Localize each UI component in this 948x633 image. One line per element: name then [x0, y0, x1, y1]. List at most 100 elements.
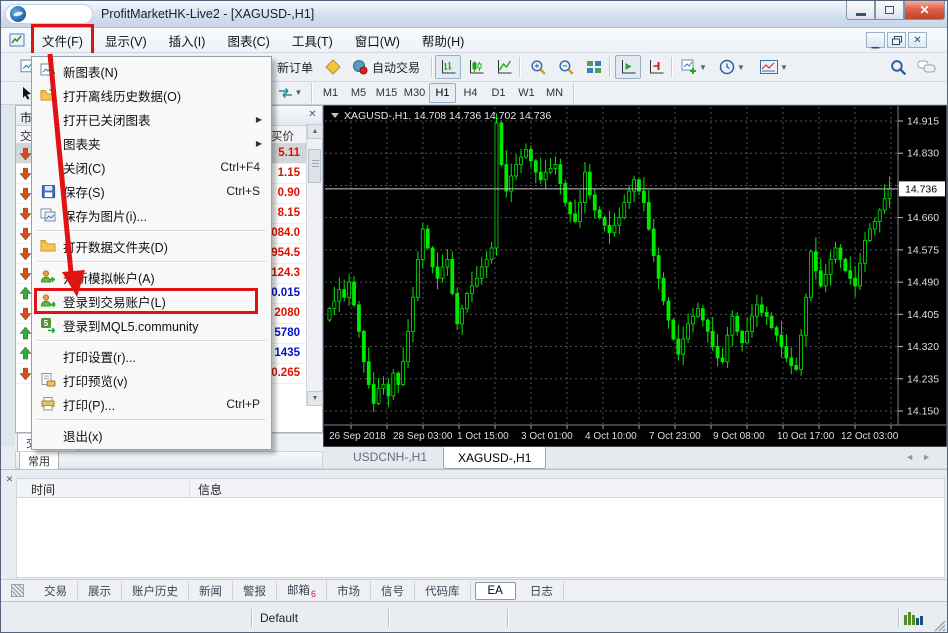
terminal-tab-账户历史[interactable]: 账户历史: [122, 581, 189, 601]
chart-tab-scroll-arrows[interactable]: ◄►: [905, 452, 939, 462]
menu-item-打开已关闭图表[interactable]: 打开已关闭图表▶: [33, 107, 270, 131]
timeframe-M1-button[interactable]: M1: [317, 83, 344, 103]
chat-icon: [917, 60, 936, 75]
scroll-down-icon[interactable]: ▼: [307, 391, 323, 406]
tile-windows-button[interactable]: [581, 55, 607, 79]
menu-item-登录到交易账户(L)[interactable]: 登录到交易账户(L): [33, 289, 270, 313]
child-restore-button[interactable]: [887, 32, 906, 48]
terminal-tab-邮箱[interactable]: 邮箱6: [277, 580, 327, 601]
terminal-tab-代码库[interactable]: 代码库: [415, 581, 471, 601]
menu-显示(V)[interactable]: 显示(V): [96, 28, 156, 53]
menu-item-label: 打开已关闭图表: [63, 110, 256, 129]
child-minimize-button[interactable]: ▁: [866, 32, 885, 48]
timeframe-H1-button[interactable]: H1: [429, 83, 456, 103]
menu-item-图表夹[interactable]: 图表夹▶: [33, 131, 270, 155]
svg-text:14.830: 14.830: [907, 148, 939, 160]
market-watch-scrollbar[interactable]: ▲ ▼: [306, 124, 322, 406]
menu-item-打印设置(r)...[interactable]: 打印设置(r)...: [33, 344, 270, 368]
terminal-close-icon[interactable]: ✕: [4, 474, 15, 485]
menu-item-打开数据文件夹(D)[interactable]: 打开数据文件夹(D): [33, 234, 270, 258]
svg-text:28 Sep 03:00: 28 Sep 03:00: [393, 431, 453, 442]
menu-item-打开离线历史数据(O)[interactable]: 打开离线历史数据(O): [33, 83, 270, 107]
window-close-button[interactable]: ✕: [904, 1, 945, 20]
mql5-icon: 5: [33, 317, 63, 333]
chart-shift-button[interactable]: [643, 55, 669, 79]
market-watch-close-icon[interactable]: ✕: [306, 109, 319, 122]
toolbar-separator: [573, 83, 574, 103]
menu-item-保存为图片(i)...[interactable]: 保存为图片(i)...: [33, 203, 270, 227]
timeframe-MN-button[interactable]: MN: [541, 83, 568, 103]
resize-grip[interactable]: [932, 618, 946, 632]
bar-chart-mode-button[interactable]: [435, 55, 461, 79]
menu-帮助(H)[interactable]: 帮助(H): [413, 28, 473, 53]
timeframe-W1-button[interactable]: W1: [513, 83, 540, 103]
chart-plus-icon: [33, 63, 63, 79]
search-button[interactable]: [885, 55, 911, 79]
timeframe-H4-button[interactable]: H4: [457, 83, 484, 103]
time-column-header[interactable]: 时间: [31, 481, 55, 498]
menu-item-打印预览(v)[interactable]: 打印预览(v): [33, 368, 270, 392]
timeframe-D1-button[interactable]: D1: [485, 83, 512, 103]
indicators-button[interactable]: ▼: [677, 55, 711, 79]
message-column-header[interactable]: 信息: [189, 481, 222, 498]
user-plus-icon: [33, 269, 63, 285]
submenu-arrow-icon: ▶: [256, 115, 270, 124]
new-order-button[interactable]: 新订单: [272, 55, 318, 79]
terminal-tab-警报[interactable]: 警报: [233, 581, 277, 601]
svg-text:1 Oct 15:00: 1 Oct 15:00: [457, 431, 509, 442]
timeframe-M15-button[interactable]: M15: [373, 83, 400, 103]
zoom-out-button[interactable]: [553, 55, 579, 79]
menu-文件(F)[interactable]: 文件(F): [33, 28, 92, 53]
scroll-up-icon[interactable]: ▲: [307, 124, 323, 139]
zoom-in-icon: [530, 59, 547, 76]
menu-窗口(W)[interactable]: 窗口(W): [346, 28, 409, 53]
app-window: ProfitMarketHK-Live2 - [XAGUSD-,H1] ✕ 文件…: [0, 0, 948, 633]
menu-item-新图表(N)[interactable]: 新图表(N): [33, 59, 270, 83]
menu-工具(T)[interactable]: 工具(T): [283, 28, 342, 53]
menu-item-退出(x)[interactable]: 退出(x): [33, 423, 270, 447]
svg-text:14.490: 14.490: [907, 277, 939, 289]
terminal-tab-日志[interactable]: 日志: [520, 581, 564, 601]
child-close-button[interactable]: ✕: [908, 32, 927, 48]
menu-item-label: 打印预览(v): [63, 371, 270, 390]
menu-item-label: 图表夹: [63, 134, 256, 153]
menu-item-打印(P)...[interactable]: 打印(P)...Ctrl+P: [33, 392, 270, 416]
autotrade-label: 自动交易: [372, 59, 420, 76]
autotrade-button[interactable]: 自动交易: [345, 55, 427, 79]
periods-button[interactable]: ▼: [715, 55, 749, 79]
symbols-button[interactable]: ▼: [273, 82, 307, 103]
terminal-tab-EA[interactable]: EA: [475, 582, 516, 600]
menu-item-保存(S)[interactable]: 保存(S)Ctrl+S: [33, 179, 270, 203]
window-minimize-button[interactable]: [846, 1, 875, 20]
menu-item-关闭(C)[interactable]: 关闭(C)Ctrl+F4: [33, 155, 270, 179]
timeframe-M30-button[interactable]: M30: [401, 83, 428, 103]
window-restore-button[interactable]: [875, 1, 904, 20]
price-chart[interactable]: 14.91514.83014.74514.66014.57514.49014.4…: [323, 105, 947, 447]
menu-item-登录到MQL5.community[interactable]: 5登录到MQL5.community: [33, 313, 270, 337]
chat-button[interactable]: [913, 55, 939, 79]
templates-button[interactable]: ▼: [755, 55, 793, 79]
chevron-down-icon: ▼: [780, 63, 788, 72]
chart-tab-XAGUSD-,H1[interactable]: XAGUSD-,H1: [443, 447, 546, 469]
auto-scroll-button[interactable]: [615, 55, 641, 79]
menu-图表(C)[interactable]: 图表(C): [218, 28, 278, 53]
terminal-tab-交易[interactable]: 交易: [34, 581, 78, 601]
terminal-tab-新闻[interactable]: 新闻: [189, 581, 233, 601]
menu-插入(I)[interactable]: 插入(I): [160, 28, 215, 53]
menu-item-开新模拟帐户(A)[interactable]: 开新模拟帐户(A): [33, 265, 270, 289]
candlestick-mode-button[interactable]: [463, 55, 489, 79]
terminal-tab-展示[interactable]: 展示: [78, 581, 122, 601]
user-login-icon: [33, 293, 63, 309]
market-depth-button[interactable]: [320, 55, 346, 79]
terminal-tab-市场[interactable]: 市场: [327, 581, 371, 601]
terminal-tab-信号[interactable]: 信号: [371, 581, 415, 601]
chart-window-system-icon[interactable]: [9, 32, 25, 48]
chart-tab-USDCNH-,H1[interactable]: USDCNH-,H1: [339, 447, 441, 467]
terminal-panel-icon[interactable]: [11, 584, 24, 597]
scrollbar-thumb[interactable]: [308, 149, 321, 183]
menu-item-label: 打印设置(r)...: [63, 347, 270, 366]
toolbar-separator: [311, 83, 312, 103]
timeframe-M5-button[interactable]: M5: [345, 83, 372, 103]
zoom-in-button[interactable]: [525, 55, 551, 79]
line-chart-mode-button[interactable]: [491, 55, 517, 79]
